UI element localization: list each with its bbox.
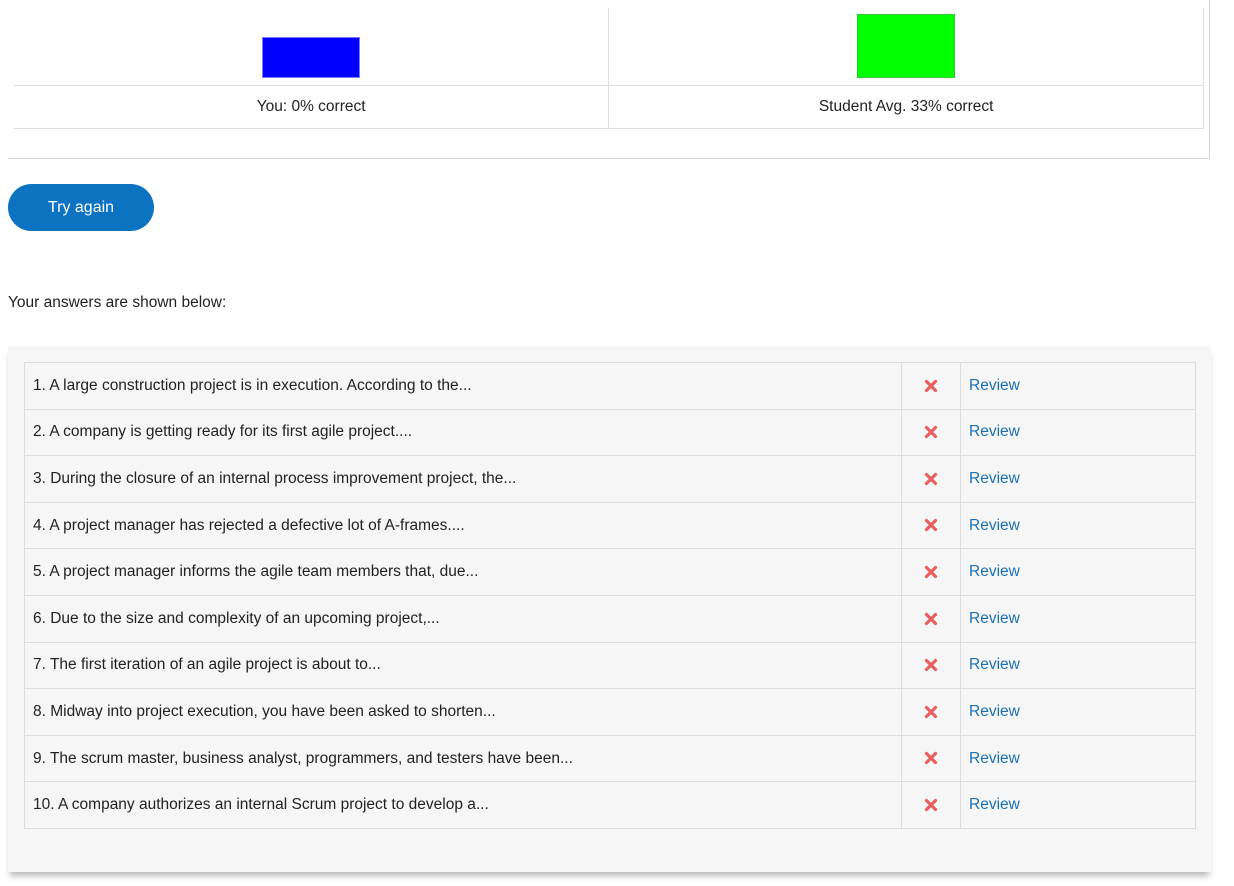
answer-row: 6. Due to the size and complexity of an … xyxy=(24,594,1196,643)
answer-question-text: 5. A project manager informs the agile t… xyxy=(24,548,902,596)
answer-question-text: 3. During the closure of an internal pro… xyxy=(24,455,902,503)
answer-status-cell xyxy=(901,501,961,550)
answer-question-text: 1. A large construction project is in ex… xyxy=(24,362,902,410)
answer-review-cell: Review xyxy=(960,641,1196,690)
review-link[interactable]: Review xyxy=(969,517,1020,534)
incorrect-x-icon xyxy=(924,472,938,485)
review-link[interactable]: Review xyxy=(969,703,1020,720)
answer-review-cell: Review xyxy=(960,408,1196,457)
answer-row: 3. During the closure of an internal pro… xyxy=(24,455,1196,503)
answer-review-cell: Review xyxy=(960,548,1196,596)
answer-status-cell xyxy=(901,455,961,503)
answer-question-text: 6. Due to the size and complexity of an … xyxy=(24,594,902,643)
review-link[interactable]: Review xyxy=(969,656,1020,673)
answer-review-cell: Review xyxy=(960,455,1196,503)
you-bar-cell xyxy=(14,8,610,86)
review-link[interactable]: Review xyxy=(969,563,1020,580)
answer-review-cell: Review xyxy=(960,501,1196,550)
incorrect-x-icon xyxy=(924,612,938,625)
average-score-bar xyxy=(857,14,956,78)
review-link[interactable]: Review xyxy=(969,750,1020,767)
answer-question-text: 10. A company authorizes an internal Scr… xyxy=(24,781,902,829)
answer-status-cell xyxy=(901,408,961,457)
incorrect-x-icon xyxy=(924,379,938,392)
answer-row: 9. The scrum master, business analyst, p… xyxy=(24,734,1196,783)
review-link[interactable]: Review xyxy=(969,470,1020,487)
you-score-label: You: 0% correct xyxy=(14,85,610,129)
incorrect-x-icon xyxy=(924,798,938,812)
answers-panel: 1. A large construction project is in ex… xyxy=(8,346,1211,872)
answer-question-text: 4. A project manager has rejected a defe… xyxy=(24,501,902,550)
incorrect-x-icon xyxy=(924,565,938,579)
average-score-label: Student Avg. 33% correct xyxy=(608,85,1204,129)
answer-review-cell: Review xyxy=(960,688,1196,736)
answer-review-cell: Review xyxy=(960,362,1196,410)
answer-status-cell xyxy=(901,548,961,596)
answer-row: 10. A company authorizes an internal Scr… xyxy=(24,781,1196,829)
answer-row: 7. The first iteration of an agile proje… xyxy=(24,641,1196,690)
answer-status-cell xyxy=(901,734,961,783)
review-link[interactable]: Review xyxy=(969,423,1020,440)
answer-question-text: 8. Midway into project execution, you ha… xyxy=(24,688,902,736)
answer-review-cell: Review xyxy=(960,594,1196,643)
incorrect-x-icon xyxy=(924,519,938,532)
incorrect-x-icon xyxy=(924,752,938,765)
you-score-bar xyxy=(262,37,361,78)
try-again-button[interactable]: Try again xyxy=(8,184,154,231)
answer-question-text: 9. The scrum master, business analyst, p… xyxy=(24,734,902,783)
answer-status-cell xyxy=(901,362,961,410)
answer-row: 4. A project manager has rejected a defe… xyxy=(24,501,1196,550)
results-chart-panel: You: 0% correct Student Avg. 33% correct xyxy=(8,0,1210,159)
answers-intro-text: Your answers are shown below: xyxy=(8,294,227,311)
incorrect-x-icon xyxy=(924,705,938,718)
answer-status-cell xyxy=(901,781,961,829)
answer-status-cell xyxy=(901,688,961,736)
answer-question-text: 2. A company is getting ready for its fi… xyxy=(24,408,902,457)
review-link[interactable]: Review xyxy=(969,610,1020,627)
answer-row: 2. A company is getting ready for its fi… xyxy=(24,408,1196,457)
review-link[interactable]: Review xyxy=(969,796,1020,813)
average-bar-cell xyxy=(608,8,1204,86)
answer-row: 1. A large construction project is in ex… xyxy=(24,362,1196,410)
answers-table: 1. A large construction project is in ex… xyxy=(24,362,1196,829)
answer-row: 5. A project manager informs the agile t… xyxy=(24,548,1196,596)
incorrect-x-icon xyxy=(924,659,938,672)
incorrect-x-icon xyxy=(924,426,938,439)
answer-row: 8. Midway into project execution, you ha… xyxy=(24,688,1196,736)
review-link[interactable]: Review xyxy=(969,377,1020,394)
results-chart-table: You: 0% correct Student Avg. 33% correct xyxy=(14,8,1204,129)
answer-status-cell xyxy=(901,594,961,643)
answer-review-cell: Review xyxy=(960,781,1196,829)
answer-review-cell: Review xyxy=(960,734,1196,783)
answer-question-text: 7. The first iteration of an agile proje… xyxy=(24,641,902,690)
answer-status-cell xyxy=(901,641,961,690)
